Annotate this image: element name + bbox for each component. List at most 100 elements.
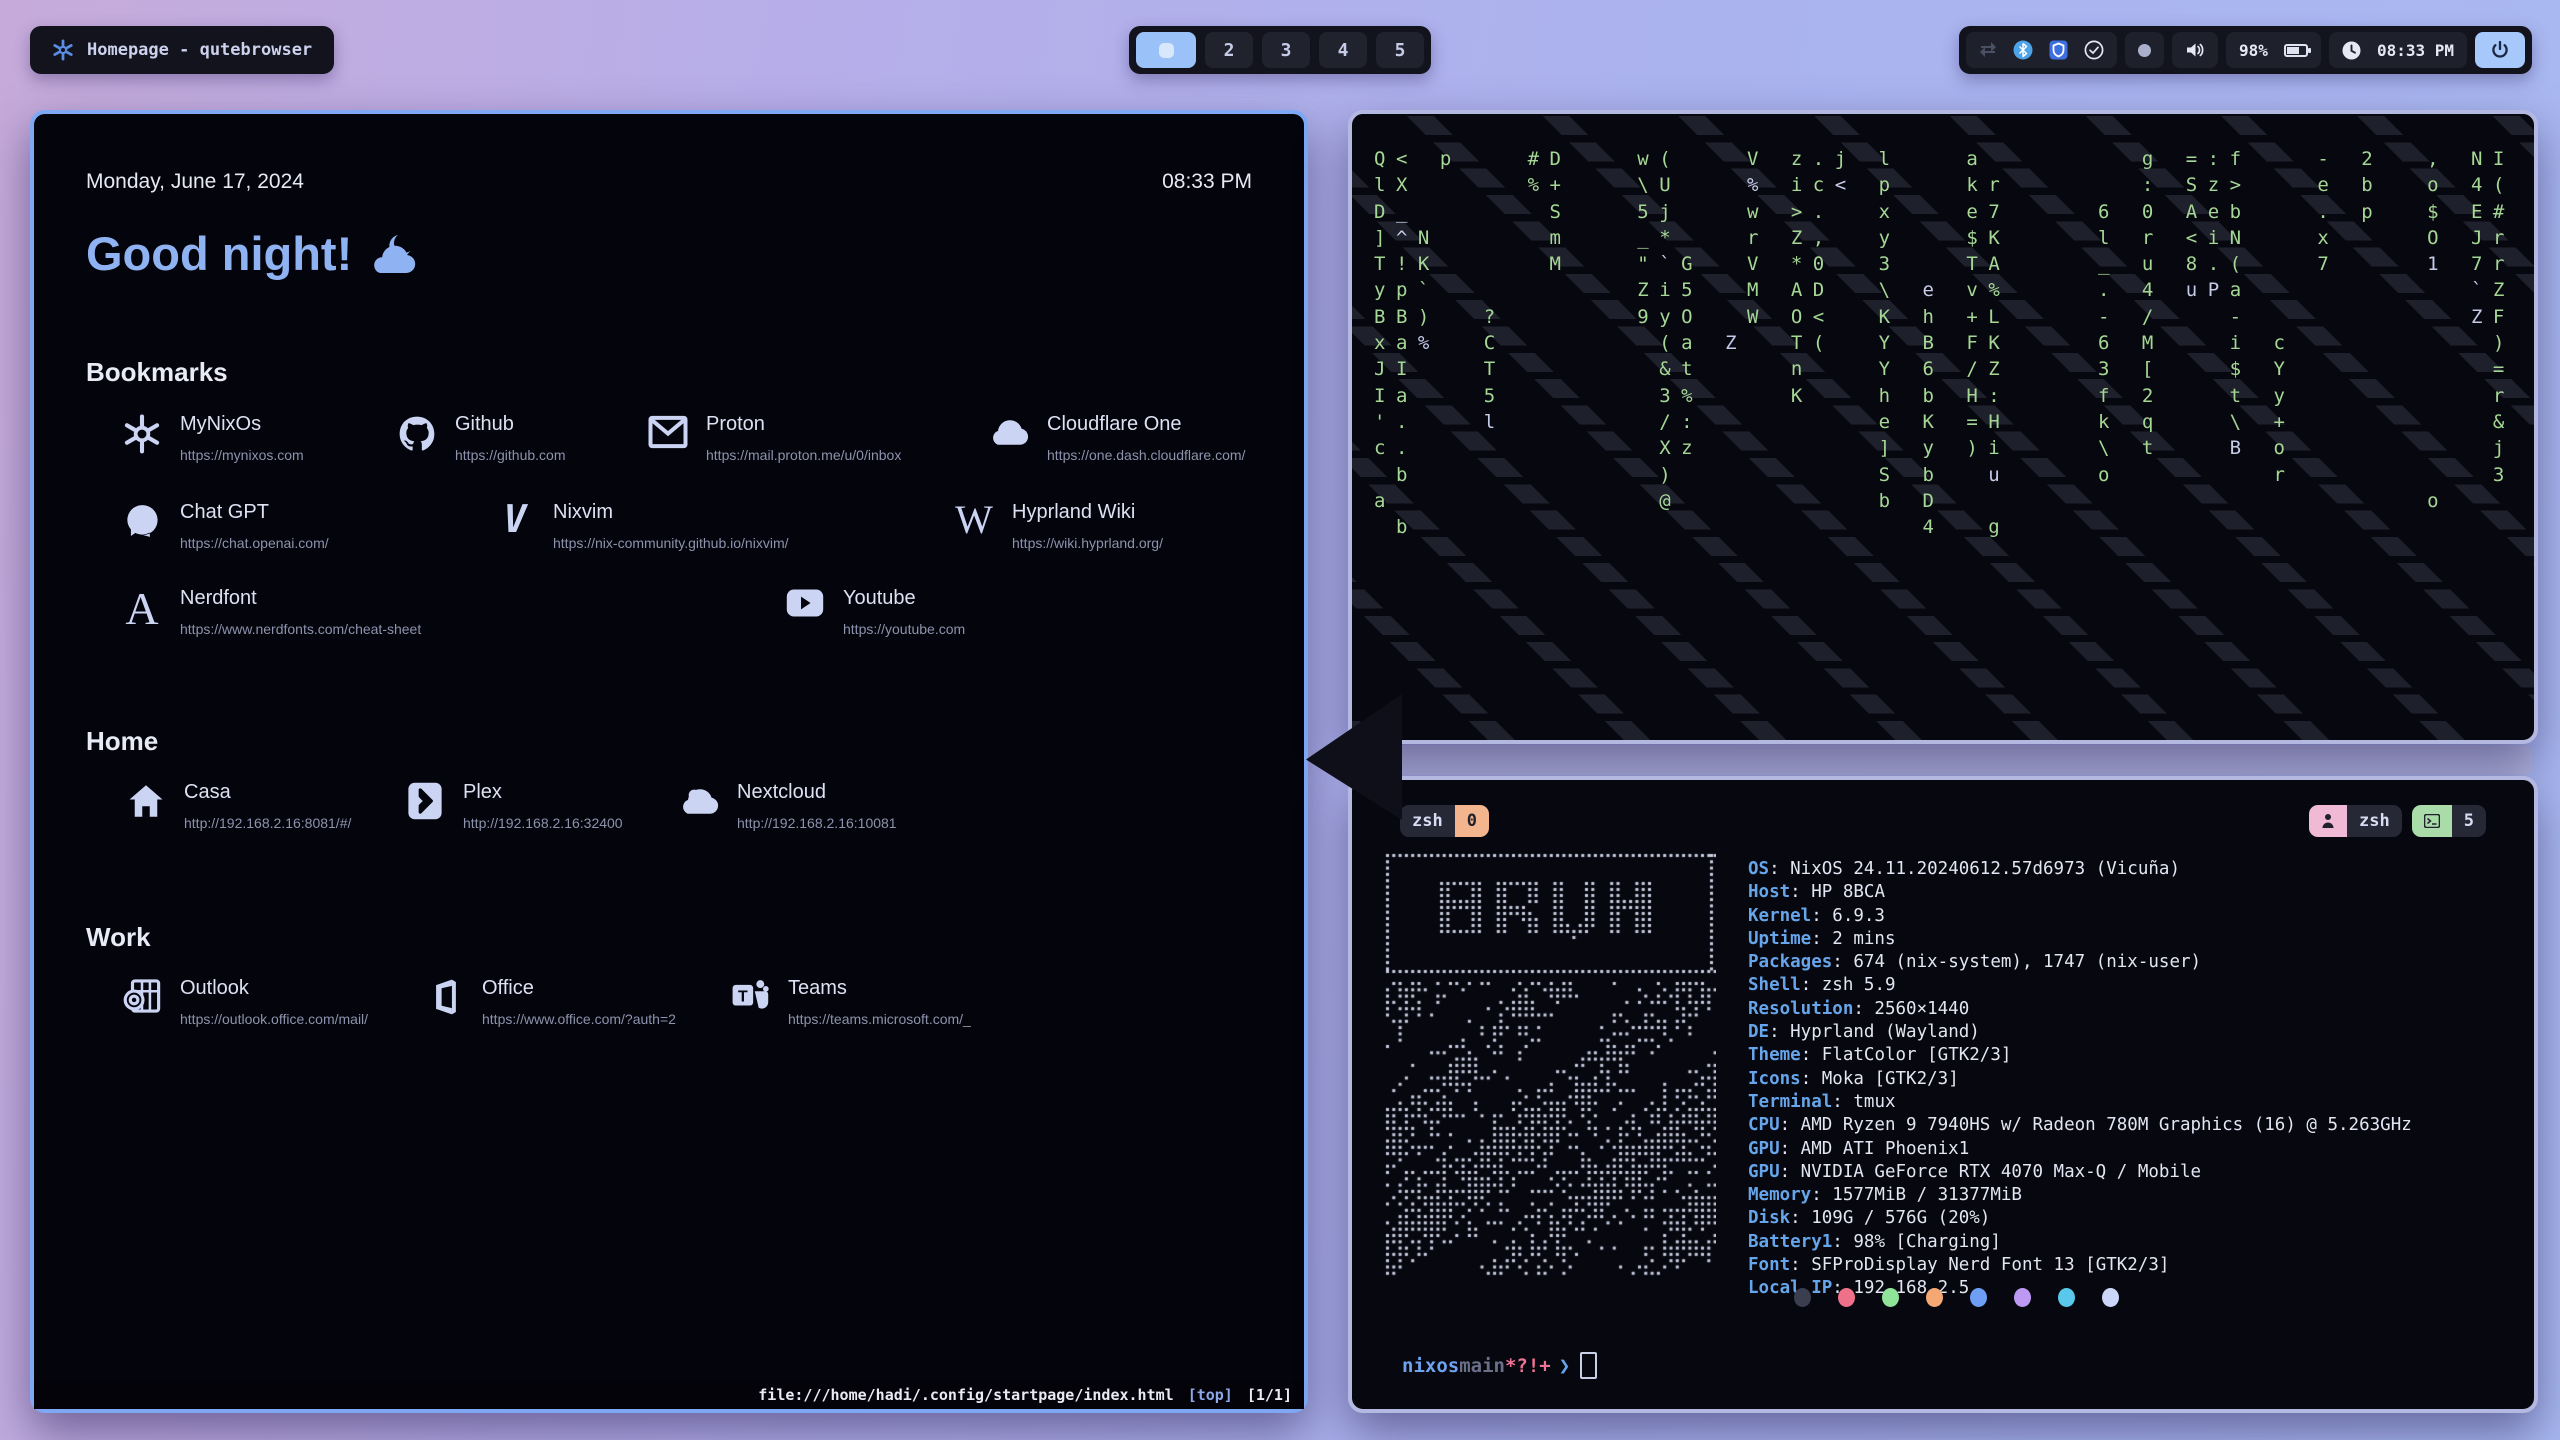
workspaces: 2 3 4 5 [1129,26,1431,74]
startpage-time: 08:33 PM [1162,170,1252,194]
palette-dot [1926,1288,1943,1307]
matrix-terminal-window[interactable]: Q< p #D w( V z.j l a g =:f - 2 , NIlX %+… [1348,110,2538,744]
link-proton[interactable]: Proton https://mail.proton.me/u/0/inbox [645,414,965,463]
link-casa[interactable]: Casa http://192.168.2.16:8081/#/ [123,782,443,831]
palette-dot [2102,1288,2119,1307]
office-icon [421,978,467,1022]
fetch-line: Kernel: 6.9.3 [1748,905,2412,928]
battery-segment[interactable]: 98% [2226,32,2321,68]
link-teams[interactable]: T Teams https://teams.microsoft.com/_ [727,978,1047,1027]
sync-arrows-icon[interactable] [1979,42,1997,58]
snowflake-icon [119,414,165,458]
matrix-row: c. Xz ] y )i \ t B o j [1374,435,2515,461]
fetch-line: Host: HP 8BCA [1748,881,2412,904]
link-nerdfont[interactable]: A Nerdfont https://www.nerdfonts.com/che… [119,588,439,637]
fetch-line: Shell: zsh 5.9 [1748,974,2412,997]
tmux-user-shell: zsh [2347,805,2402,837]
statusbar-url: file:///home/hadi/.config/startpage/inde… [758,1386,1173,1404]
fetch-line: CPU: AMD Ryzen 9 7940HS w/ Radeon 780M G… [1748,1114,2412,1137]
fastfetch-info: OS: NixOS 24.11.20240612.57d6973 (Vicuña… [1748,858,2412,1301]
fetch-terminal-window[interactable]: zsh 0 zsh 5 OS: NixOS 24.11.20240612.57d… [1348,776,2538,1413]
workspace-4[interactable]: 4 [1319,32,1367,68]
outlook-icon [119,978,165,1022]
fetch-line: Font: SFProDisplay Nerd Font 13 [GTK2/3] [1748,1254,2412,1277]
palette-dot [1794,1288,1811,1307]
link-mynixos[interactable]: MyNixOs https://mynixos.com [119,414,439,463]
github-icon [394,414,440,458]
tmux-left-segment[interactable]: zsh 0 [1400,805,1489,837]
shell-prompt[interactable]: nixos main *?!+ ❯ [1402,1352,1597,1379]
status-cluster: 98% 08:33 PM [1959,26,2532,74]
qutebrowser-window[interactable]: Monday, June 17, 2024 08:33 PM Good nigh… [30,110,1308,1413]
link-cloudflare-one[interactable]: Cloudflare One https://one.dash.cloudfla… [986,414,1306,463]
bruh-ascii-art [1384,852,1716,1276]
section-home-title: Home [86,726,158,757]
matrix-row: lX %+ \U % ic< p kr : Sz> e b o 4( [1374,172,2515,198]
youtube-icon [782,588,828,632]
link-hyprland-wiki[interactable]: W Hyprland Wiki https://wiki.hyprland.or… [951,502,1271,551]
window-title: Homepage - qutebrowser [87,40,312,60]
palette-dot [1838,1288,1855,1307]
power-icon [2490,40,2510,60]
palette-dot [1882,1288,1899,1307]
fetch-line: Packages: 674 (nix-system), 1747 (nix-us… [1748,951,2412,974]
battery-charging-icon [2284,44,2308,57]
link-youtube[interactable]: Youtube https://youtube.com [782,588,1102,637]
volume-segment[interactable] [2172,32,2218,68]
fetch-line: Terminal: tmux [1748,1091,2412,1114]
envelope-icon [645,414,691,458]
fetch-line: Theme: FlatColor [GTK2/3] [1748,1044,2412,1067]
workspace-2[interactable]: 2 [1205,32,1253,68]
palette-dot [2058,1288,2075,1307]
matrix-row: ]^N m _* r Z, y $K l r <iN x O Jr [1374,225,2515,251]
tmux-session-name: zsh [1400,805,1455,837]
terminal-icon [2412,805,2452,837]
vim-icon: V [492,502,538,546]
tmux-statusbar: zsh 0 zsh 5 [1352,804,2534,838]
prompt-chevron: ❯ [1559,1355,1570,1377]
matrix-row: b ) S b u o r 3 [1374,462,2515,488]
matrix-row: JI T &t n Y 6 /Z 3 [ $ Y = [1374,356,2515,382]
chat-bubble-icon [119,502,165,546]
palette-dot [2014,1288,2031,1307]
workspace-5[interactable]: 5 [1376,32,1424,68]
window-gap-border [1372,745,2532,775]
link-nextcloud[interactable]: Nextcloud http://192.168.2.16:10081 [676,782,996,831]
workspace-1-active[interactable] [1136,32,1196,68]
matrix-row: '. l /: e K =H k q \ + & [1374,409,2515,435]
startpage-date: Monday, June 17, 2024 [86,170,304,194]
matrix-rain: Q< p #D w( V z.j l a g =:f - 2 , NIlX %+… [1374,146,2515,540]
matrix-row: xa% C (a Z T( Y B FK 6 M i c ) [1374,330,2515,356]
fetch-line: GPU: NVIDIA GeForce RTX 4070 Max-Q / Mob… [1748,1161,2412,1184]
fetch-line: DE: Hyprland (Wayland) [1748,1021,2412,1044]
house-icon [123,782,169,826]
check-circle-icon[interactable] [2084,40,2104,60]
link-chatgpt[interactable]: Chat GPT https://chat.openai.com/ [119,502,439,551]
tmux-user-segment[interactable]: zsh [2309,805,2402,837]
fetch-line: Uptime: 2 mins [1748,928,2412,951]
link-plex[interactable]: Plex http://192.168.2.16:32400 [402,782,722,831]
link-outlook[interactable]: Outlook https://outlook.office.com/mail/ [119,978,439,1027]
link-nixvim[interactable]: V Nixvim https://nix-community.github.io… [492,502,812,551]
plex-icon [402,782,448,826]
clock-time: 08:33 PM [2377,41,2454,60]
palette-dot [1970,1288,1987,1307]
indicator-dot-segment[interactable] [2125,32,2164,68]
matrix-row: D_ S 5j w >. x e7 6 0 Aeb . p $ E# [1374,199,2515,225]
qutebrowser-statusbar: file:///home/hadi/.config/startpage/inde… [34,1381,1304,1409]
bluetooth-icon[interactable] [2013,40,2033,60]
statusbar-scroll-pos: [top] [1188,1386,1233,1404]
link-office[interactable]: Office https://www.office.com/?auth=2 [421,978,741,1027]
clock-segment[interactable]: 08:33 PM [2329,32,2467,68]
prompt-host: nixos [1402,1355,1459,1377]
matrix-row: b 4 g [1374,514,2515,540]
shield-icon[interactable] [2049,40,2068,60]
recorder-dot-icon [2138,44,2151,57]
wiki-icon: W [951,502,997,546]
section-bookmarks-title: Bookmarks [86,357,228,388]
tmux-window-count-segment[interactable]: 5 [2412,805,2486,837]
user-icon [2309,805,2347,837]
teams-icon: T [727,978,773,1022]
workspace-3[interactable]: 3 [1262,32,1310,68]
power-button[interactable] [2475,32,2525,68]
